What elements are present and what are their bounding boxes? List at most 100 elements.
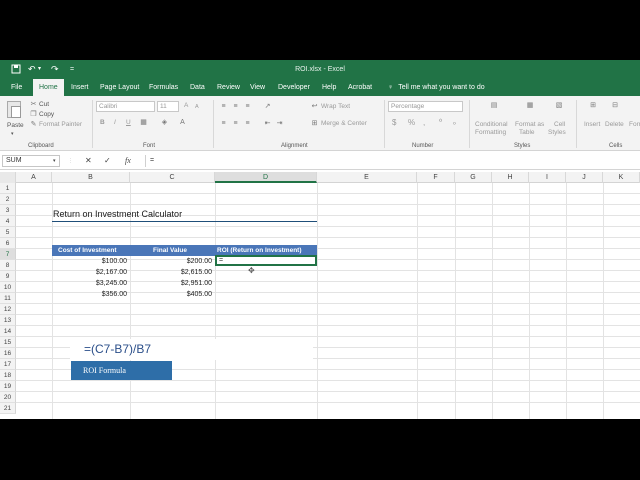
increase-indent-icon[interactable]: ⇥ [275,119,284,128]
format-painter-button[interactable]: Format Painter [39,121,82,129]
cancel-icon[interactable]: ✕ [85,155,92,167]
borders-icon[interactable]: ▦ [139,118,148,127]
increase-decimal-icon[interactable]: ⁰ [436,118,445,127]
column-header[interactable]: B [52,172,130,183]
table-cell[interactable]: $405.00 [130,289,215,300]
paste-icon[interactable] [7,101,21,118]
align-bottom-icon[interactable]: ≡ [243,102,252,111]
fill-color-icon[interactable]: ◈ [160,118,169,127]
merge-center-button[interactable]: Merge & Center [321,120,367,128]
tab-page-layout[interactable]: Page Layout [100,79,139,96]
column-header-selected[interactable]: D [215,172,317,183]
decrease-indent-icon[interactable]: ⇤ [263,119,272,128]
number-format-select[interactable]: Percentage [388,101,463,112]
tab-data[interactable]: Data [190,79,205,96]
row-header-selected[interactable]: 7 [0,249,16,260]
row-header[interactable]: 14 [0,326,16,337]
font-color-icon[interactable]: A [178,118,187,127]
column-header[interactable]: K [603,172,640,183]
format-cells-button[interactable]: Form [629,121,640,129]
row-header[interactable]: 18 [0,370,16,381]
underline-button[interactable]: U [126,119,131,127]
align-middle-icon[interactable]: ≡ [231,102,240,111]
orientation-icon[interactable]: ↗ [263,102,272,111]
table-cell[interactable]: $3,245.00 [52,278,130,289]
row-header[interactable]: 12 [0,304,16,315]
row-header[interactable]: 2 [0,194,16,205]
formula-input[interactable]: = [145,155,635,167]
row-header[interactable]: 11 [0,293,16,304]
cut-button[interactable]: Cut [39,101,49,109]
column-header[interactable]: J [566,172,603,183]
row-header[interactable]: 1 [0,183,16,194]
percent-button[interactable]: % [408,119,415,127]
tell-me-search[interactable]: ♀ Tell me what you want to do [388,79,485,96]
table-cell[interactable]: $200.00 [130,256,215,267]
table-cell[interactable]: $356.00 [52,289,130,300]
tab-review[interactable]: Review [217,79,240,96]
italic-button[interactable]: I [114,119,116,127]
row-header[interactable]: 3 [0,205,16,216]
tab-acrobat[interactable]: Acrobat [348,79,372,96]
tab-formulas[interactable]: Formulas [149,79,178,96]
column-header[interactable]: I [529,172,566,183]
column-header[interactable]: E [317,172,417,183]
row-header[interactable]: 15 [0,337,16,348]
column-header[interactable]: G [455,172,492,183]
row-header[interactable]: 17 [0,359,16,370]
row-header[interactable]: 21 [0,403,16,414]
font-name-select[interactable]: Calibri [96,101,155,112]
group-divider [384,100,385,148]
wrap-text-button[interactable]: Wrap Text [321,103,350,111]
row-header[interactable]: 6 [0,238,16,249]
delete-cells-button[interactable]: Delete [605,121,624,129]
table-cell[interactable]: $2,167.00 [52,267,130,278]
column-header[interactable]: C [130,172,215,183]
align-center-icon[interactable]: ≡ [231,119,240,128]
align-left-icon[interactable]: ≡ [219,119,228,128]
row-header[interactable]: 5 [0,227,16,238]
tab-view[interactable]: View [250,79,265,96]
paste-chevron-down-icon[interactable]: ▾ [11,130,14,138]
tab-help[interactable]: Help [322,79,336,96]
row-header[interactable]: 9 [0,271,16,282]
tab-home[interactable]: Home [33,79,64,96]
insert-function-icon[interactable]: fx [125,155,131,167]
row-header[interactable]: 20 [0,392,16,403]
active-cell-d7[interactable]: = [215,255,317,266]
format-as-table-button[interactable]: Format as [515,121,544,129]
enter-icon[interactable]: ✓ [104,155,111,167]
paste-button[interactable]: Paste [7,122,24,130]
column-header[interactable]: H [492,172,529,183]
row-header[interactable]: 8 [0,260,16,271]
table-cell[interactable]: $2,951.00 [130,278,215,289]
font-size-select[interactable]: 11 [157,101,179,112]
decrease-decimal-icon[interactable]: ₀ [450,118,459,127]
table-cell[interactable]: $100.00 [52,256,130,267]
tab-file[interactable]: File [11,79,22,96]
align-top-icon[interactable]: ≡ [219,102,228,111]
insert-cells-button[interactable]: Insert [584,121,600,129]
row-header[interactable]: 13 [0,315,16,326]
bold-button[interactable]: B [100,119,105,127]
row-header[interactable]: 19 [0,381,16,392]
comma-button[interactable]: , [423,119,425,127]
tab-developer[interactable]: Developer [278,79,310,96]
name-box[interactable]: SUM [2,155,60,167]
table-cell[interactable]: $2,615.00 [130,267,215,278]
row-header[interactable]: 10 [0,282,16,293]
column-header[interactable]: A [16,172,52,183]
copy-button[interactable]: Copy [39,111,54,119]
grow-font-icon[interactable]: A [184,102,188,110]
name-box-chevron-down-icon[interactable]: ▾ [53,155,56,167]
column-header[interactable]: F [417,172,455,183]
align-right-icon[interactable]: ≡ [243,119,252,128]
currency-button[interactable]: $ [392,119,396,127]
conditional-formatting-button[interactable]: Conditional [475,121,508,129]
cell-styles-button[interactable]: Cell [554,121,565,129]
shrink-font-icon[interactable]: A [195,103,199,111]
select-all-corner[interactable] [0,172,16,183]
row-header[interactable]: 16 [0,348,16,359]
row-header[interactable]: 4 [0,216,16,227]
tab-insert[interactable]: Insert [71,79,89,96]
